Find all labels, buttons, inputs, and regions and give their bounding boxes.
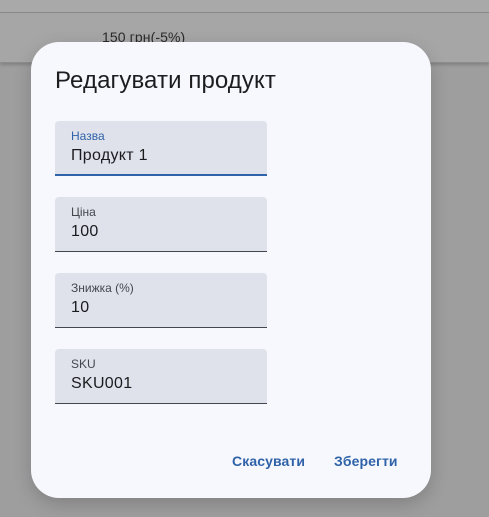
background-app-bar <box>0 0 489 13</box>
sku-field-label: SKU <box>71 357 96 371</box>
price-field-label: Ціна <box>71 205 96 219</box>
sku-field-value[interactable]: SKU001 <box>71 375 132 393</box>
price-field[interactable]: Ціна 100 <box>55 197 267 252</box>
save-button[interactable]: Зберегти <box>334 446 398 476</box>
edit-product-dialog: Редагувати продукт Назва Продукт 1 Ціна … <box>31 42 431 498</box>
cancel-button[interactable]: Скасувати <box>232 446 305 476</box>
discount-field-value[interactable]: 10 <box>71 299 89 317</box>
dialog-title: Редагувати продукт <box>55 67 276 94</box>
discount-field[interactable]: Знижка (%) 10 <box>55 273 267 328</box>
sku-field[interactable]: SKU SKU001 <box>55 349 267 404</box>
name-field[interactable]: Назва Продукт 1 <box>55 121 267 176</box>
price-field-value[interactable]: 100 <box>71 223 99 241</box>
name-field-value[interactable]: Продукт 1 <box>71 147 148 165</box>
name-field-label: Назва <box>71 129 105 143</box>
discount-field-label: Знижка (%) <box>71 281 134 295</box>
